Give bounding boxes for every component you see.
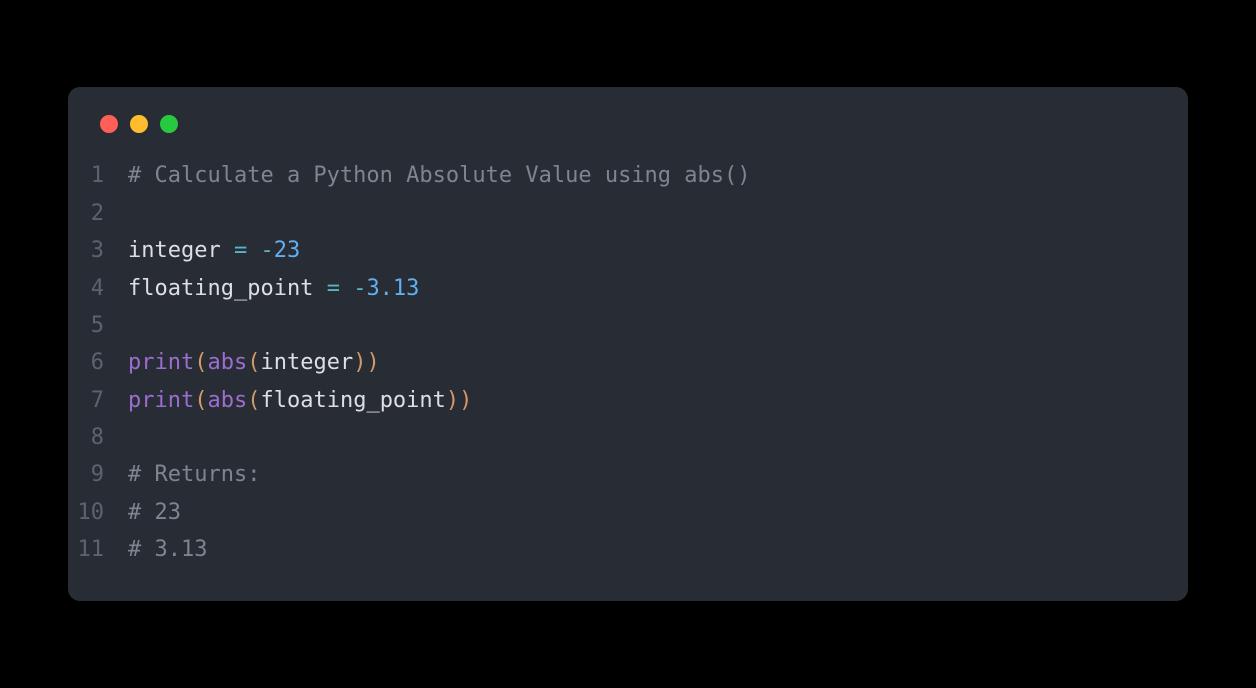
code-line[interactable]: 1# Calculate a Python Absolute Value usi… [68,157,1188,194]
code-token: ( [194,388,207,413]
line-content[interactable] [128,195,141,232]
code-token: - [353,276,366,301]
close-icon[interactable] [100,115,118,133]
line-number: 4 [68,270,128,307]
code-token: ( [247,388,260,413]
code-line[interactable]: 7print(abs(floating_point)) [68,382,1188,419]
code-editor-window: 1# Calculate a Python Absolute Value usi… [68,87,1188,600]
line-number: 1 [68,157,128,194]
code-line[interactable]: 8 [68,419,1188,456]
code-token [340,276,353,301]
line-content[interactable]: # 3.13 [128,531,207,568]
code-token: integer [128,238,234,263]
code-token: # Returns: [128,462,260,487]
code-token: = [234,238,247,263]
code-token: )) [353,350,380,375]
line-number: 6 [68,344,128,381]
minimize-icon[interactable] [130,115,148,133]
code-token: # Calculate a Python Absolute Value usin… [128,163,751,188]
line-number: 7 [68,382,128,419]
code-line[interactable]: 9# Returns: [68,456,1188,493]
line-number: 3 [68,232,128,269]
maximize-icon[interactable] [160,115,178,133]
code-token: abs [207,388,247,413]
code-line[interactable]: 4floating_point = -3.13 [68,270,1188,307]
code-token: )) [446,388,473,413]
line-content[interactable]: # Calculate a Python Absolute Value usin… [128,157,751,194]
line-content[interactable] [128,307,141,344]
line-content[interactable]: print(abs(floating_point)) [128,382,472,419]
line-number: 8 [68,419,128,456]
code-token: ( [194,350,207,375]
code-token: # 23 [128,500,181,525]
code-token: floating_point [260,388,445,413]
code-token: floating_point [128,276,327,301]
code-token: # 3.13 [128,537,207,562]
code-line[interactable]: 6print(abs(integer)) [68,344,1188,381]
code-line[interactable]: 11# 3.13 [68,531,1188,568]
line-content[interactable]: # 23 [128,494,181,531]
code-token: 23 [274,238,301,263]
code-token: abs [207,350,247,375]
line-content[interactable]: floating_point = -3.13 [128,270,419,307]
code-line[interactable]: 3integer = -23 [68,232,1188,269]
code-line[interactable]: 2 [68,195,1188,232]
line-number: 9 [68,456,128,493]
line-number: 5 [68,307,128,344]
code-token: = [327,276,340,301]
line-number: 10 [68,494,128,531]
line-content[interactable]: print(abs(integer)) [128,344,380,381]
code-token: integer [260,350,353,375]
line-content[interactable]: integer = -23 [128,232,300,269]
code-line[interactable]: 10# 23 [68,494,1188,531]
line-content[interactable]: # Returns: [128,456,260,493]
code-token: print [128,388,194,413]
line-content[interactable] [128,419,141,456]
code-area[interactable]: 1# Calculate a Python Absolute Value usi… [68,157,1188,568]
code-token: print [128,350,194,375]
code-token: ( [247,350,260,375]
line-number: 11 [68,531,128,568]
line-number: 2 [68,195,128,232]
code-token [247,238,260,263]
window-controls [68,115,1188,157]
code-token: - [260,238,273,263]
code-token: 3.13 [366,276,419,301]
code-line[interactable]: 5 [68,307,1188,344]
